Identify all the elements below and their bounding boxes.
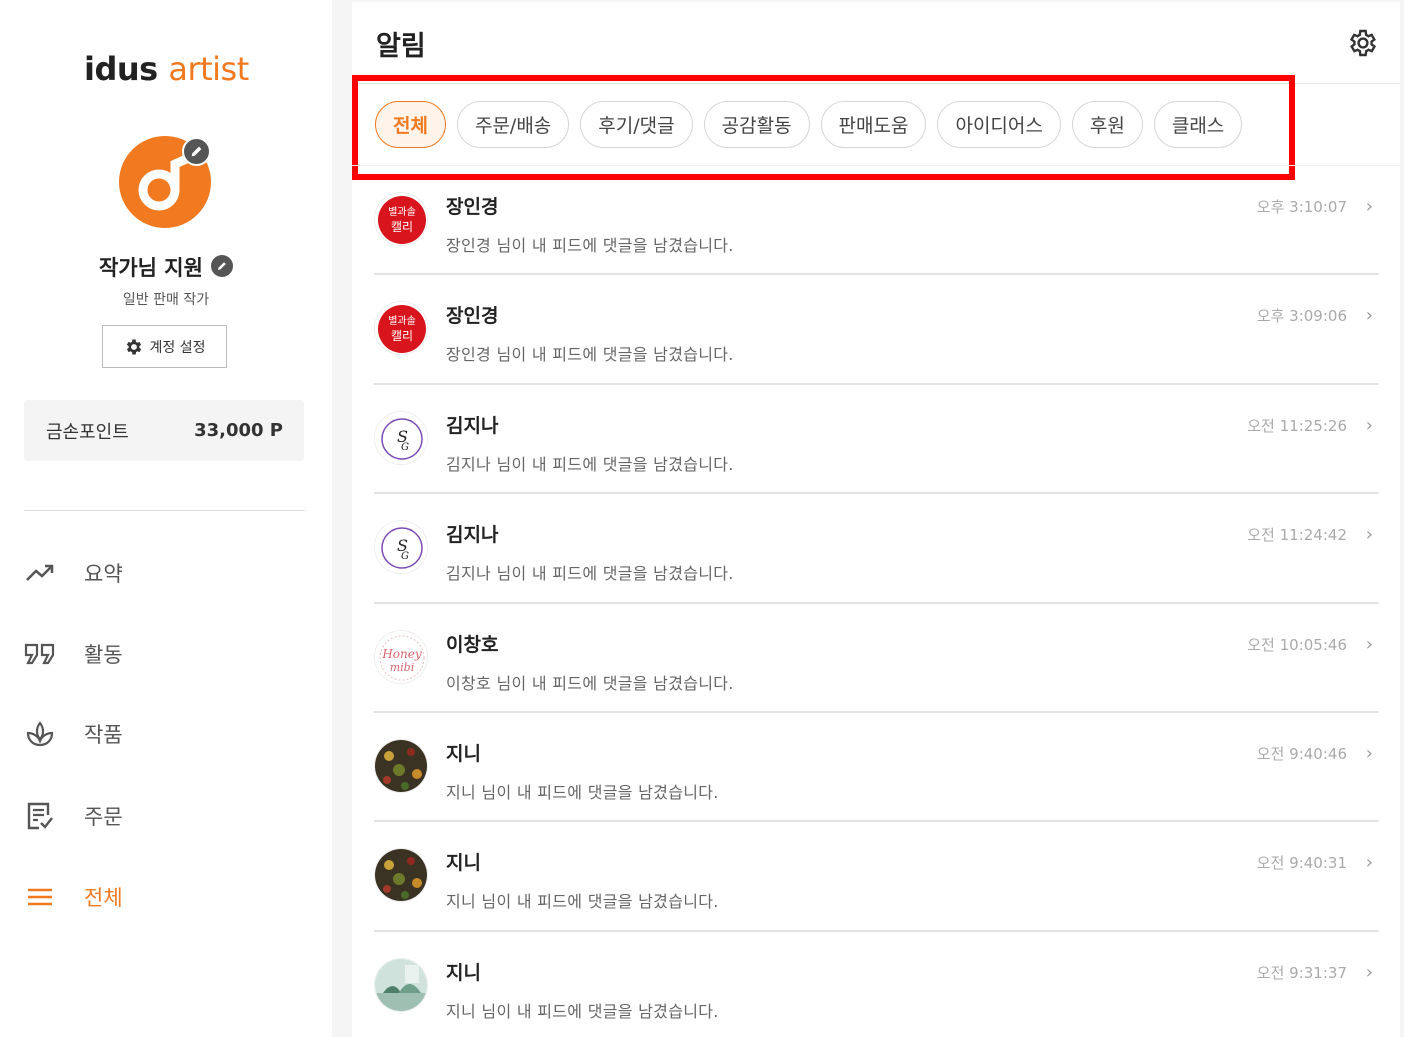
svg-text:캘리: 캘리 xyxy=(391,329,413,343)
seller-type: 일반 판매 작가 xyxy=(122,292,210,308)
gear-icon xyxy=(1349,29,1377,57)
sidebar: idus artist 작가님 지원 일반 판매 작가 계정 설정 금손포인트 … xyxy=(0,0,332,1037)
notifications-panel: 알림 전체 주문/배송 후기/댓글 공감활동 판매도움 아이디어스 후원 클래스… xyxy=(352,2,1400,1037)
sender-name: 김지나 xyxy=(446,414,499,437)
chevron-right-icon: › xyxy=(1365,742,1373,764)
order-doc-icon xyxy=(24,800,56,832)
notification-message: 장인경 님이 내 피드에 댓글을 남겼습니다. xyxy=(446,345,734,365)
chevron-right-icon: › xyxy=(1365,524,1373,546)
nav-item-orders[interactable]: 주문 xyxy=(24,796,304,836)
script-logo-avatar: SG xyxy=(374,410,428,465)
notification-time: 오전 9:40:46 xyxy=(1256,744,1347,763)
idus-artist-logo[interactable]: idus artist xyxy=(84,50,249,88)
notification-item[interactable]: Honey mibi 이창호 이창호 님이 내 피드에 댓글을 남겼습니다. 오전… xyxy=(374,604,1379,713)
notification-settings-button[interactable] xyxy=(1347,27,1379,59)
chevron-right-icon: › xyxy=(1365,852,1373,874)
svg-text:mibi: mibi xyxy=(390,661,415,674)
sender-name: 지니 xyxy=(446,742,481,765)
sender-name: 김지나 xyxy=(446,524,499,547)
points-value: 33,000 P xyxy=(194,420,283,441)
notification-time: 오전 11:25:26 xyxy=(1247,416,1347,435)
notification-item[interactable]: 지니 지니 님이 내 피드에 댓글을 남겼습니다. 오전 9:40:31 › xyxy=(374,822,1379,932)
chevron-right-icon: › xyxy=(1365,305,1373,327)
menu-icon xyxy=(24,881,56,913)
chevron-right-icon: › xyxy=(1365,961,1373,983)
chevron-right-icon: › xyxy=(1365,414,1373,436)
notification-time: 오전 11:24:42 xyxy=(1247,526,1347,545)
page-title: 알림 xyxy=(376,31,426,62)
edit-name-button[interactable] xyxy=(210,255,233,277)
notification-message: 이창호 님이 내 피드에 댓글을 남겼습니다. xyxy=(446,673,734,693)
edit-avatar-button[interactable] xyxy=(182,137,211,166)
svg-text:G: G xyxy=(401,551,409,562)
chevron-right-icon: › xyxy=(1365,196,1373,217)
notification-time: 오전 9:40:31 xyxy=(1256,854,1347,873)
notification-time: 오전 10:05:46 xyxy=(1247,635,1347,654)
gold-points-panel[interactable]: 금손포인트 33,000 P xyxy=(24,400,304,461)
notification-item[interactable]: 지니 지니 님이 내 피드에 댓글을 남겼습니다. 오전 9:31:37 › xyxy=(374,932,1379,1037)
notification-item[interactable]: SG 김지나 김지나 님이 내 피드에 댓글을 남겼습니다. 오전 11:25:… xyxy=(374,385,1379,495)
notification-time: 오후 3:10:07 xyxy=(1256,198,1347,216)
nav-item-summary[interactable]: 요약 xyxy=(24,553,304,593)
notification-message: 지니 님이 내 피드에 댓글을 남겼습니다. xyxy=(446,892,719,912)
notification-time: 오후 3:09:06 xyxy=(1256,307,1347,326)
pencil-icon xyxy=(191,146,202,157)
divider xyxy=(24,510,305,511)
points-label: 금손포인트 xyxy=(46,421,129,443)
notification-message: 장인경 님이 내 피드에 댓글을 남겼습니다. xyxy=(446,236,734,255)
svg-text:G: G xyxy=(401,442,409,453)
notification-item[interactable]: 지니 지니 님이 내 피드에 댓글을 남겼습니다. 오전 9:40:46 › xyxy=(374,713,1379,823)
notification-item[interactable]: 별과솔캘리 장인경 장인경 님이 내 피드에 댓글을 남겼습니다. 오후 3:1… xyxy=(374,166,1379,276)
notification-time: 오전 9:31:37 xyxy=(1256,963,1347,982)
chevron-right-icon: › xyxy=(1365,633,1373,655)
photo-avatar xyxy=(374,848,428,903)
svg-text:Honey: Honey xyxy=(381,647,422,661)
script-logo-avatar: SG xyxy=(374,520,428,575)
pencil-icon xyxy=(217,262,226,270)
svg-text:캘리: 캘리 xyxy=(391,220,413,234)
notification-message: 지니 님이 내 피드에 댓글을 남겼습니다. xyxy=(446,782,719,802)
nav-item-activity[interactable]: 활동 xyxy=(24,634,304,674)
profile-name: 작가님 지원 xyxy=(0,252,332,282)
account-settings-button[interactable]: 계정 설정 xyxy=(102,325,227,368)
notification-item[interactable]: 별과솔캘리 장인경 장인경 님이 내 피드에 댓글을 남겼습니다. 오후 3:0… xyxy=(374,275,1379,385)
sender-name: 지니 xyxy=(446,852,481,875)
nav-item-works[interactable]: 작품 xyxy=(24,714,304,754)
nav-item-all[interactable]: 전체 xyxy=(24,877,304,917)
notification-message: 김지나 님이 내 피드에 댓글을 남겼습니다. xyxy=(446,454,734,474)
svg-text:별과솔: 별과솔 xyxy=(388,206,416,218)
trending-up-icon xyxy=(24,557,56,589)
notification-message: 지니 님이 내 피드에 댓글을 남겼습니다. xyxy=(446,1001,719,1021)
sender-name: 장인경 xyxy=(446,305,499,328)
plant-icon xyxy=(24,718,56,750)
gear-icon xyxy=(126,339,141,354)
photo-avatar-2 xyxy=(374,957,428,1012)
sender-name: 장인경 xyxy=(446,196,499,218)
notification-item[interactable]: SG 김지나 김지나 님이 내 피드에 댓글을 남겼습니다. 오전 11:24:… xyxy=(374,494,1379,604)
photo-avatar xyxy=(374,738,428,793)
sender-name: 이창호 xyxy=(446,633,499,656)
svg-text:별과솔: 별과솔 xyxy=(388,315,416,327)
sender-name: 지니 xyxy=(446,961,481,984)
quote-icon xyxy=(24,638,56,670)
notification-message: 김지나 님이 내 피드에 댓글을 남겼습니다. xyxy=(446,564,734,584)
honey-logo-avatar: Honey mibi xyxy=(374,629,428,684)
notification-list: 별과솔 캘리 장인경 장인경 님이 내 피드에 댓글을 남겼습니다. 오후 3:1… xyxy=(374,166,1379,1037)
red-logo-avatar: 별과솔캘리 xyxy=(374,192,428,246)
red-logo-avatar: 별과솔캘리 xyxy=(374,301,428,356)
